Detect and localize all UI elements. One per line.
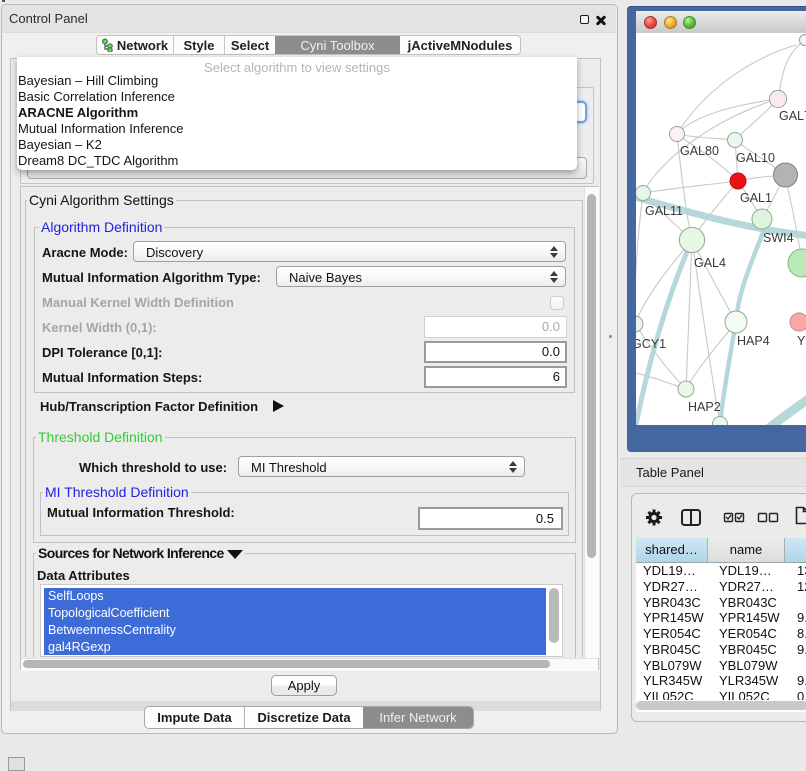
- svg-text:GAL80: GAL80: [680, 144, 719, 158]
- svg-text:GAL4: GAL4: [694, 256, 726, 270]
- svg-text:HAP4: HAP4: [737, 334, 770, 348]
- svg-text:SWI4: SWI4: [763, 231, 794, 245]
- svg-text:GAL7: GAL7: [779, 109, 806, 123]
- svg-text:GAL1: GAL1: [740, 191, 772, 205]
- svg-text:HAP2: HAP2: [688, 400, 721, 414]
- svg-text:GAL10: GAL10: [736, 151, 775, 165]
- svg-text:Y: Y: [797, 334, 806, 348]
- svg-text:GAL11: GAL11: [645, 204, 683, 218]
- svg-text:GCY1: GCY1: [636, 337, 666, 351]
